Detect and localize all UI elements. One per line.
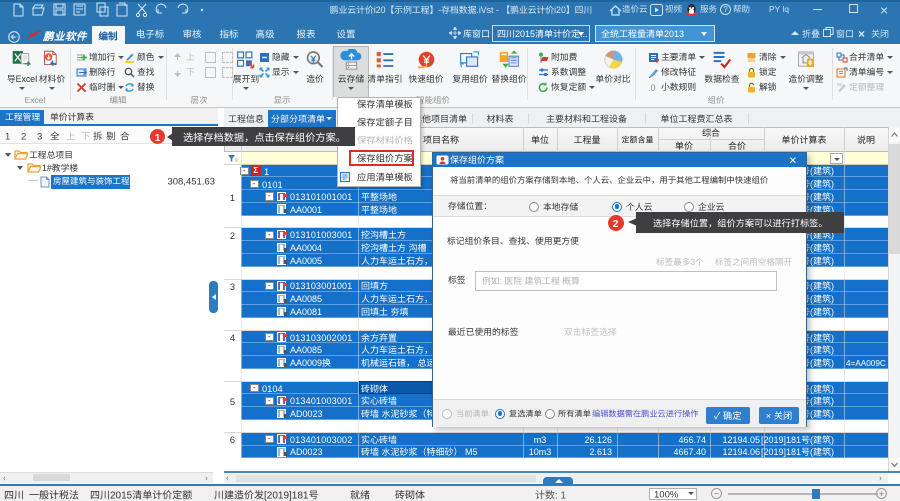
svg-text:.0: .0 [648, 83, 656, 93]
